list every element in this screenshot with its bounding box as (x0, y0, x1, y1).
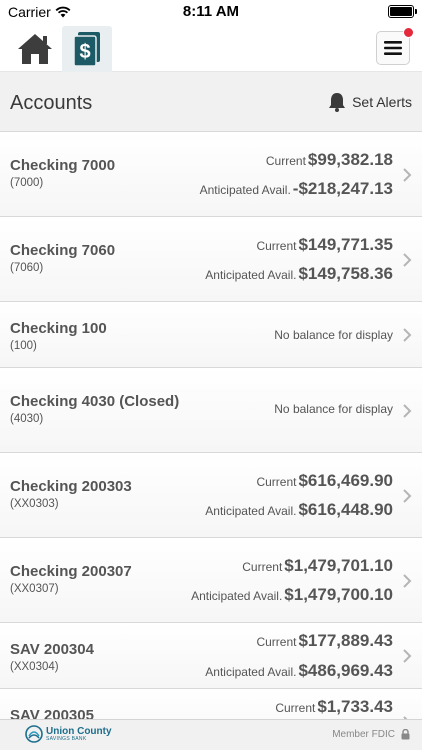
page-header: Accounts Set Alerts (0, 72, 422, 132)
anticipated-balance: Anticipated Avail. $1,479,700.10 (191, 585, 393, 605)
account-number: (4030) (10, 413, 44, 425)
hamburger-menu-icon (384, 41, 402, 55)
bank-logo: Union County SAVINGS BANK (25, 725, 112, 743)
home-tab[interactable] (10, 26, 60, 72)
chevron-right-icon (403, 253, 412, 267)
account-row[interactable]: SAV 200305 Current $1,733.43 (0, 689, 422, 719)
status-time: 8:11 AM (182, 3, 240, 20)
account-number: (XX0303) (10, 498, 59, 510)
home-icon (18, 34, 52, 64)
current-label: Current (242, 560, 283, 574)
current-label: Current (275, 701, 316, 715)
account-name: Checking 200307 (10, 563, 132, 580)
account-row[interactable]: SAV 200304 (XX0304) Current $177,889.43 … (0, 623, 422, 689)
dollar-card-icon: $ (73, 32, 100, 67)
chevron-right-icon (403, 404, 412, 418)
account-number: (100) (10, 340, 37, 352)
anticipated-amount: $486,969.43 (298, 661, 393, 680)
svg-text:$: $ (79, 41, 90, 63)
account-row[interactable]: Checking 7000 (7000) Current $99,382.18 … (0, 132, 422, 217)
lock-icon (401, 729, 410, 740)
current-balance: Current $99,382.18 (266, 150, 393, 170)
account-number: (XX0307) (10, 583, 59, 595)
current-balance: Current $1,479,701.10 (242, 556, 393, 576)
no-balance-text: No balance for display (274, 402, 393, 416)
current-amount: $1,733.43 (317, 697, 393, 716)
anticipated-amount: $616,448.90 (298, 500, 393, 519)
anticipated-balance: Anticipated Avail. $616,448.90 (205, 500, 393, 520)
chevron-right-icon (403, 489, 412, 503)
member-fdic-label: Member FDIC (332, 729, 395, 740)
account-number: (7060) (10, 262, 44, 274)
member-fdic: Member FDIC (332, 729, 410, 740)
notification-badge (403, 27, 414, 38)
anticipated-label: Anticipated Avail. (205, 268, 297, 282)
bank-subtitle: SAVINGS BANK (46, 735, 87, 742)
chevron-right-icon (403, 328, 412, 342)
status-bar: Carrier 8:11 AM (0, 0, 422, 24)
menu-button[interactable] (376, 27, 414, 65)
account-name: SAV 200304 (10, 641, 94, 658)
chevron-right-icon (403, 649, 412, 663)
no-balance-text: No balance for display (274, 328, 393, 342)
anticipated-label: Anticipated Avail. (205, 504, 297, 518)
account-number: (7000) (10, 177, 44, 189)
anticipated-label: Anticipated Avail. (205, 665, 297, 679)
account-row[interactable]: Checking 200303 (XX0303) Current $616,46… (0, 453, 422, 538)
chevron-right-icon (403, 574, 412, 588)
current-label: Current (256, 239, 297, 253)
account-row[interactable]: Checking 7060 (7060) Current $149,771.35… (0, 217, 422, 302)
battery-icon (388, 5, 417, 18)
anticipated-balance: Anticipated Avail. -$218,247.13 (200, 179, 393, 199)
account-number: (XX0304) (10, 661, 59, 673)
current-amount: $1,479,701.10 (284, 556, 393, 575)
footer: Union County SAVINGS BANK Member FDIC (0, 719, 422, 750)
account-list: Checking 7000 (7000) Current $99,382.18 … (0, 132, 422, 719)
page-title: Accounts (10, 92, 93, 114)
current-balance: Current $616,469.90 (256, 471, 393, 491)
account-row[interactable]: Checking 100 (100) No balance for displa… (0, 302, 422, 368)
chevron-right-icon (403, 168, 412, 182)
anticipated-amount: $1,479,700.10 (284, 585, 393, 604)
account-row[interactable]: Checking 200307 (XX0307) Current $1,479,… (0, 538, 422, 623)
anticipated-label: Anticipated Avail. (191, 589, 283, 603)
account-name: SAV 200305 (10, 707, 94, 719)
account-name: Checking 7000 (10, 157, 116, 174)
account-name: Checking 7060 (10, 242, 116, 259)
bank-name: Union County (46, 725, 112, 737)
top-nav-bar: $ (0, 24, 422, 72)
current-amount: $616,469.90 (298, 471, 393, 490)
account-row[interactable]: Checking 4030 (Closed) (4030) No balance… (0, 368, 422, 453)
bank-logo-icon (25, 725, 43, 743)
set-alerts-button[interactable]: Set Alerts (328, 92, 412, 112)
current-amount: $149,771.35 (298, 235, 393, 254)
current-label: Current (256, 635, 297, 649)
anticipated-label: Anticipated Avail. (199, 183, 291, 197)
current-balance: Current $177,889.43 (256, 631, 393, 651)
anticipated-balance: Anticipated Avail. $486,969.43 (205, 661, 393, 681)
current-balance: Current $149,771.35 (256, 235, 393, 255)
accounts-tab[interactable]: $ (62, 26, 112, 72)
current-amount: $99,382.18 (307, 150, 393, 169)
anticipated-amount: $149,758.36 (298, 264, 393, 283)
account-name: Checking 100 (10, 320, 107, 337)
bell-icon (329, 93, 346, 112)
anticipated-balance: Anticipated Avail. $149,758.36 (205, 264, 393, 284)
current-label: Current (256, 475, 297, 489)
current-balance: Current $1,733.43 (275, 697, 393, 717)
anticipated-amount: -$218,247.13 (292, 179, 393, 198)
account-name: Checking 200303 (10, 478, 132, 495)
current-amount: $177,889.43 (298, 631, 393, 650)
set-alerts-label: Set Alerts (352, 94, 412, 110)
account-name: Checking 4030 (Closed) (10, 393, 180, 410)
current-label: Current (265, 154, 306, 168)
